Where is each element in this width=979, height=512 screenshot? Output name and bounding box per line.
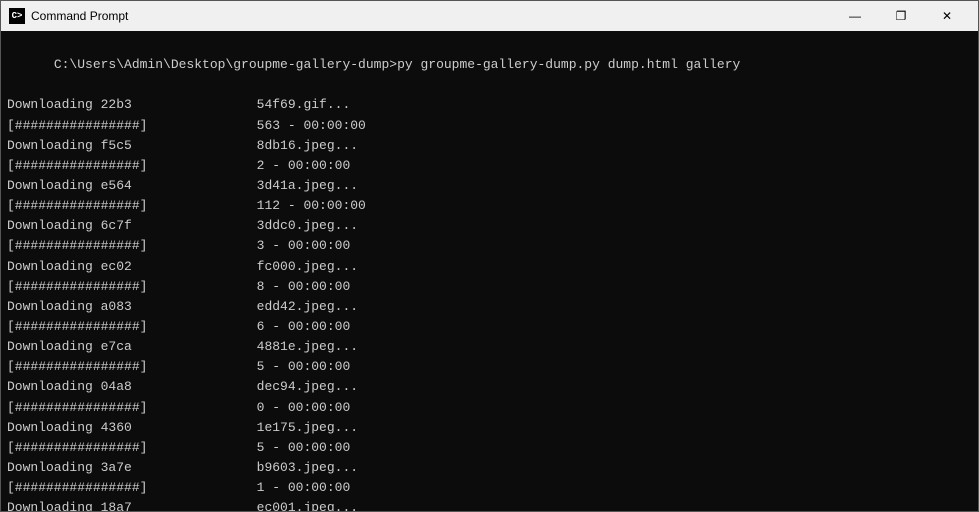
command-prompt-line: C:\Users\Admin\Desktop\groupme-gallery-d…: [7, 35, 972, 95]
progress-line: [################] 8 - 00:00:00: [7, 277, 972, 297]
window-controls: — ❐ ✕: [832, 1, 970, 31]
progress-line: [################] 5 - 00:00:00: [7, 357, 972, 377]
progress-line: [################] 3 - 00:00:00: [7, 236, 972, 256]
progress-line: [################] 6 - 00:00:00: [7, 317, 972, 337]
window-title: Command Prompt: [31, 9, 826, 23]
progress-line: [################] 2 - 00:00:00: [7, 156, 972, 176]
terminal-output: Downloading 22b3 54f69.gif...[##########…: [7, 95, 972, 511]
download-line: Downloading e7ca 4881e.jpeg...: [7, 337, 972, 357]
minimize-button[interactable]: —: [832, 1, 878, 31]
download-line: Downloading 4360 1e175.jpeg...: [7, 418, 972, 438]
download-line: Downloading 22b3 54f69.gif...: [7, 95, 972, 115]
prompt-text: C:\Users\Admin\Desktop\groupme-gallery-d…: [54, 57, 741, 72]
maximize-button[interactable]: ❐: [878, 1, 924, 31]
download-line: Downloading 04a8 dec94.jpeg...: [7, 377, 972, 397]
progress-line: [################] 0 - 00:00:00: [7, 398, 972, 418]
download-line: Downloading 6c7f 3ddc0.jpeg...: [7, 216, 972, 236]
download-line: Downloading f5c5 8db16.jpeg...: [7, 136, 972, 156]
progress-line: [################] 563 - 00:00:00: [7, 116, 972, 136]
title-bar: C> Command Prompt — ❐ ✕: [1, 1, 978, 31]
progress-line: [################] 112 - 00:00:00: [7, 196, 972, 216]
app-icon: C>: [9, 8, 25, 24]
close-button[interactable]: ✕: [924, 1, 970, 31]
download-line: Downloading e564 3d41a.jpeg...: [7, 176, 972, 196]
download-line: Downloading 18a7 ec001.jpeg...: [7, 498, 972, 511]
download-line: Downloading ec02 fc000.jpeg...: [7, 257, 972, 277]
download-line: Downloading 3a7e b9603.jpeg...: [7, 458, 972, 478]
download-line: Downloading a083 edd42.jpeg...: [7, 297, 972, 317]
progress-line: [################] 5 - 00:00:00: [7, 438, 972, 458]
progress-line: [################] 1 - 00:00:00: [7, 478, 972, 498]
window: C> Command Prompt — ❐ ✕ C:\Users\Admin\D…: [0, 0, 979, 512]
terminal: C:\Users\Admin\Desktop\groupme-gallery-d…: [1, 31, 978, 511]
